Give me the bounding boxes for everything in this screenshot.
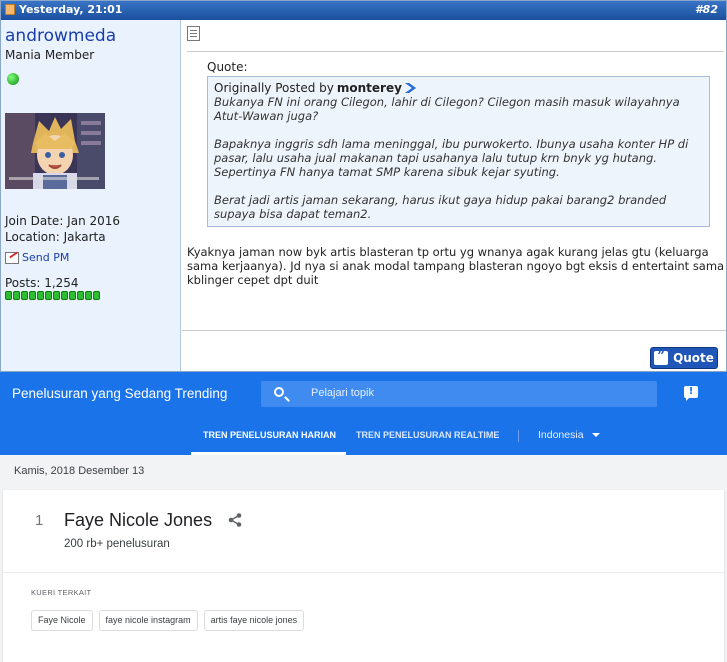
reputation-block — [37, 291, 44, 300]
post-date-text: Yesterday, 21:01 — [19, 3, 123, 16]
tab-realtime-trends[interactable]: TREN PENELUSURAN REALTIME — [356, 430, 499, 440]
search-icon — [274, 387, 284, 397]
user-location: Location: Jakarta — [5, 230, 106, 244]
search-volume: 200 rb+ penelusuran — [64, 538, 170, 550]
post-date: Yesterday, 21:01 — [5, 3, 122, 16]
post-header: Yesterday, 21:01 #82 — [1, 1, 726, 20]
reply-text: Kyaknya jaman now byk artis blasteran tp… — [187, 245, 725, 287]
quote-prefix: Originally Posted by — [214, 81, 334, 95]
quote-label: Quote: — [207, 60, 248, 74]
reputation-block — [45, 291, 52, 300]
forum-post: Yesterday, 21:01 #82 androwmeda Mania Me… — [0, 0, 727, 372]
view-post-arrow-icon[interactable] — [404, 83, 417, 93]
divider — [187, 51, 724, 52]
divider — [182, 330, 726, 331]
username-link[interactable]: androwmeda — [5, 26, 116, 46]
user-title: Mania Member — [5, 48, 95, 62]
online-status-icon — [7, 73, 19, 85]
related-query-chip[interactable]: Faye Nicole — [31, 610, 93, 631]
related-queries-label: KUERI TERKAIT — [31, 588, 92, 597]
quote-button-label: Quote — [673, 351, 714, 365]
quote-header: Originally Posted by monterey — [214, 81, 703, 95]
quote-author: monterey — [336, 81, 402, 95]
related-queries: Faye Nicole faye nicole instagram artis … — [31, 610, 305, 631]
quote-paragraph: Bapaknya inggris sdh lama meninggal, ibu… — [214, 137, 689, 179]
reputation-block — [69, 291, 76, 300]
join-date: Join Date: Jan 2016 — [5, 214, 121, 228]
send-pm-link[interactable]: Send PM — [5, 251, 69, 264]
country-selector[interactable]: Indonesia — [538, 429, 600, 441]
post-number-link[interactable]: #82 — [695, 3, 718, 16]
quote-button[interactable]: ” Quote — [650, 347, 718, 369]
reputation-block — [5, 291, 12, 300]
reputation-block — [93, 291, 100, 300]
post-content: Quote: Originally Posted by monterey Buk… — [182, 20, 726, 371]
reputation-block — [85, 291, 92, 300]
trend-item-card: 1 Faye Nicole Jones 200 rb+ penelusuran … — [3, 490, 724, 662]
reputation-block — [13, 291, 20, 300]
trends-title: Penelusuran yang Sedang Trending — [12, 386, 228, 401]
search-bar[interactable]: Pelajari topik — [261, 381, 657, 407]
send-pm-icon — [5, 251, 19, 264]
quote-box: Originally Posted by monterey Bukanya FN… — [207, 76, 710, 227]
trend-topic-link[interactable]: Faye Nicole Jones — [64, 510, 212, 531]
reputation-block — [29, 291, 36, 300]
reputation-block — [61, 291, 68, 300]
chevron-down-icon — [591, 433, 600, 437]
reputation-bar — [5, 291, 100, 300]
divider — [518, 430, 519, 442]
tab-daily-trends[interactable]: TREN PENELUSURAN HARIAN — [203, 430, 336, 440]
trend-rank: 1 — [35, 512, 44, 529]
quote-paragraph: Berat jadi artis jaman sekarang, harus i… — [214, 193, 667, 221]
user-info-panel: androwmeda Mania Member Join Date: Jan 2… — [1, 20, 181, 371]
quote-icon: ” — [654, 350, 669, 365]
trends-header: Penelusuran yang Sedang Trending Pelajar… — [0, 372, 727, 455]
share-icon[interactable] — [228, 513, 242, 527]
post-count: Posts: 1,254 — [5, 276, 79, 290]
reputation-block — [77, 291, 84, 300]
post-document-icon — [187, 26, 200, 41]
country-label: Indonesia — [538, 429, 584, 441]
related-query-chip[interactable]: artis faye nicole jones — [203, 610, 305, 631]
quote-text: Bukanya FN ini orang Cilegon, lahir di C… — [214, 95, 703, 221]
send-pm-label: Send PM — [22, 251, 70, 264]
reputation-block — [53, 291, 60, 300]
feedback-icon[interactable]: ! — [684, 386, 698, 401]
trends-date: Kamis, 2018 Desember 13 — [14, 465, 145, 477]
post-status-icon — [5, 4, 15, 15]
avatar[interactable] — [5, 113, 105, 189]
related-query-chip[interactable]: faye nicole instagram — [98, 610, 198, 631]
quote-paragraph: Bukanya FN ini orang Cilegon, lahir di C… — [214, 95, 680, 123]
reputation-block — [21, 291, 28, 300]
divider — [3, 572, 724, 573]
trends-panel: Penelusuran yang Sedang Trending Pelajar… — [0, 372, 727, 662]
search-input[interactable]: Pelajari topik — [311, 387, 374, 399]
active-tab-indicator — [191, 452, 346, 455]
